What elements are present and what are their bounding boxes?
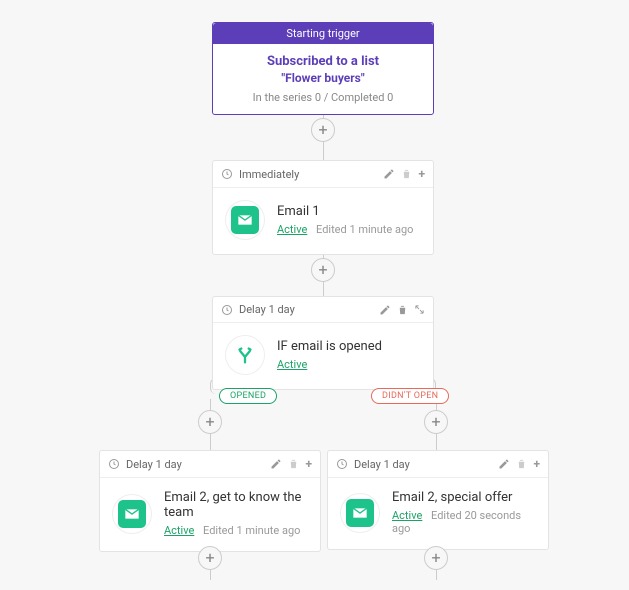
step-timing: Delay 1 day [126,458,264,471]
step-title: IF email is opened [277,339,382,354]
step-title: Email 2, special offer [392,490,536,505]
step-title: Email 2, get to know the team [164,490,308,520]
email-icon [225,200,265,240]
trigger-stats: In the series 0 / Completed 0 [221,91,425,104]
delete-button[interactable] [397,304,408,316]
step-condition[interactable]: Delay 1 day IF email is opened Active [212,296,434,390]
delete-button[interactable] [401,168,412,180]
status-badge[interactable]: Active [164,524,194,537]
clock-icon [336,458,348,470]
plus-icon: + [205,414,214,430]
edit-button[interactable] [379,304,391,316]
email-icon [112,494,152,534]
clock-icon [221,304,233,316]
trigger-card: Starting trigger Subscribed to a list "F… [212,22,434,115]
add-button[interactable]: + [305,457,312,471]
add-step-button[interactable]: + [198,546,222,570]
plus-icon: + [431,414,440,430]
step-email-right[interactable]: Delay 1 day + Email 2, special offer Act… [327,450,549,550]
status-badge[interactable]: Active [392,509,422,522]
plus-icon: + [318,122,327,138]
plus-icon: + [318,262,327,278]
status-badge[interactable]: Active [277,223,307,236]
delete-button[interactable] [288,458,299,470]
trigger-title: Subscribed to a list [221,54,425,69]
clock-icon [108,458,120,470]
status-badge[interactable]: Active [277,358,307,371]
delete-button[interactable] [516,458,527,470]
expand-button[interactable] [414,304,425,315]
add-step-button[interactable]: + [311,118,335,142]
step-timing: Immediately [239,168,377,181]
step-timing: Delay 1 day [239,303,373,316]
add-step-button[interactable]: + [424,410,448,434]
step-timing: Delay 1 day [354,458,492,471]
plus-icon: + [205,550,214,566]
add-step-button[interactable]: + [198,410,222,434]
edited-label: Edited 1 minute ago [316,223,413,236]
edit-button[interactable] [498,458,510,470]
plus-icon: + [431,550,440,566]
add-button[interactable]: + [418,167,425,181]
add-step-button[interactable]: + [424,546,448,570]
branch-label-no: DIDN'T OPEN [371,388,449,404]
edit-button[interactable] [383,168,395,180]
edit-button[interactable] [270,458,282,470]
split-icon [225,335,265,375]
edited-label: Edited 1 minute ago [203,524,300,537]
step-email-1[interactable]: Immediately + Email 1 Active Edited 1 mi… [212,160,434,255]
email-icon [340,493,380,533]
step-title: Email 1 [277,204,413,219]
clock-icon [221,168,233,180]
step-email-left[interactable]: Delay 1 day + Email 2, get to know the t… [99,450,321,552]
add-button[interactable]: + [533,457,540,471]
trigger-subtitle: "Flower buyers" [221,71,425,85]
trigger-header: Starting trigger [213,23,433,44]
add-step-button[interactable]: + [311,258,335,282]
branch-label-yes: OPENED [219,388,277,404]
